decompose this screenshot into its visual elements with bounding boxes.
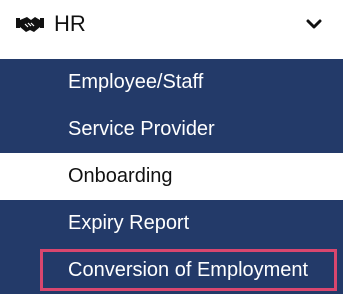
menu-item-label: Onboarding xyxy=(68,165,173,187)
menu-item-conversion-of-employment[interactable]: Conversion of Employment xyxy=(0,247,343,294)
menu-item-employee-staff[interactable]: Employee/Staff xyxy=(0,59,343,106)
menu-item-expiry-report[interactable]: Expiry Report xyxy=(0,200,343,247)
hr-menu-title: HR xyxy=(54,11,86,36)
menu-item-onboarding[interactable]: Onboarding xyxy=(0,153,343,200)
chevron-down-icon[interactable] xyxy=(306,17,322,31)
menu-item-label: Service Provider xyxy=(68,118,215,140)
handshake-icon xyxy=(16,17,44,32)
menu-item-label: Conversion of Employment xyxy=(68,259,309,281)
hr-menu-header[interactable]: HR xyxy=(0,0,343,52)
menu-item-label: Expiry Report xyxy=(68,212,190,234)
menu-item-service-provider[interactable]: Service Provider xyxy=(0,106,343,153)
menu-item-label: Employee/Staff xyxy=(68,71,204,93)
menu-bottom-edge xyxy=(0,294,343,299)
